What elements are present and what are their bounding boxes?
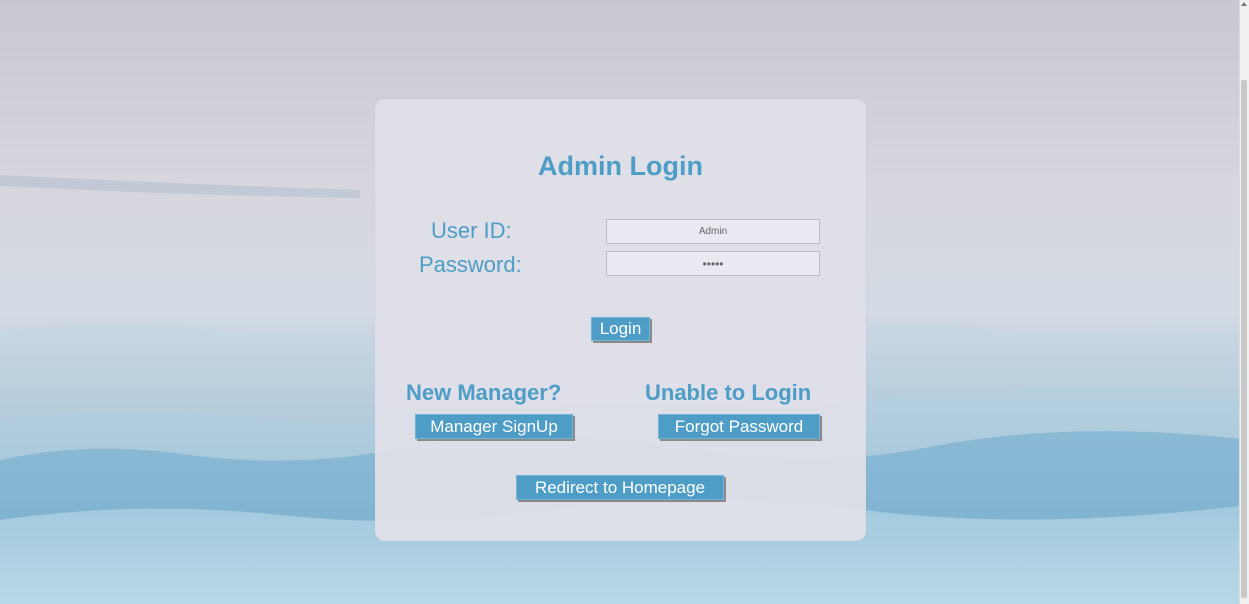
manager-signup-button[interactable]: Manager SignUp xyxy=(415,414,573,439)
redirect-homepage-button[interactable]: Redirect to Homepage xyxy=(516,475,724,500)
login-button[interactable]: Login xyxy=(591,317,650,341)
scroll-up-icon[interactable] xyxy=(1241,2,1247,6)
vertical-scrollbar[interactable] xyxy=(1239,0,1249,604)
login-card: Admin Login User ID: Password: Login New… xyxy=(375,99,866,541)
page-title: Admin Login xyxy=(538,151,703,181)
user-id-input[interactable] xyxy=(606,219,820,244)
new-manager-heading: New Manager? xyxy=(406,380,562,405)
forgot-password-button[interactable]: Forgot Password xyxy=(658,414,820,439)
unable-to-login-heading: Unable to Login xyxy=(645,380,812,405)
scrollbar-thumb[interactable] xyxy=(1241,80,1247,598)
password-label: Password: xyxy=(419,252,522,277)
page-background: Admin Login User ID: Password: Login New… xyxy=(0,0,1249,604)
password-input[interactable] xyxy=(606,251,820,276)
user-id-label: User ID: xyxy=(431,218,512,243)
